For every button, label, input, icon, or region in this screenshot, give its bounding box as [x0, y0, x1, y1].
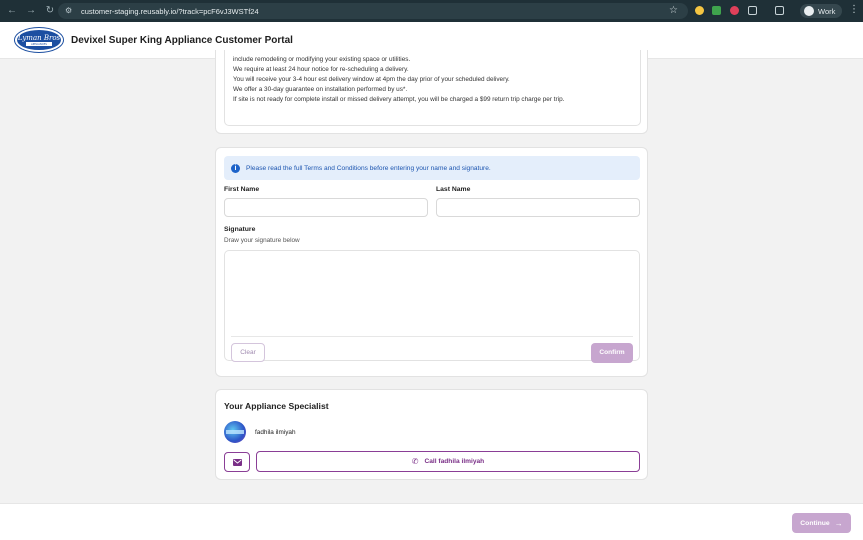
clear-button[interactable]: Clear [231, 343, 265, 362]
first-name-input[interactable] [224, 198, 428, 217]
continue-label: Continue [800, 519, 830, 527]
terms-line: include remodeling or modifying your exi… [233, 56, 411, 63]
page-title: Devixel Super King Appliance Customer Po… [71, 35, 293, 46]
specialist-title: Your Appliance Specialist [224, 401, 329, 411]
reload-icon[interactable]: ↻ [43, 4, 57, 18]
extension-icon[interactable] [730, 6, 739, 15]
url-text[interactable]: customer-staging.reusably.io/?track=pcF6… [81, 7, 259, 16]
side-panel-icon[interactable] [775, 6, 784, 15]
terms-line: You will receive your 3-4 hour est deliv… [233, 76, 510, 83]
site-settings-icon[interactable]: ⚙ [65, 6, 75, 16]
arrow-right-icon: → [834, 518, 843, 528]
profile-label: Work [818, 6, 836, 16]
last-name-label: Last Name [436, 186, 471, 193]
first-name-label: First Name [224, 186, 260, 193]
back-arrow-icon[interactable]: ← [5, 4, 19, 18]
continue-button[interactable]: Continue → [792, 513, 851, 533]
footer-bar: Continue → [0, 503, 863, 540]
terms-text-box: include remodeling or modifying your exi… [224, 50, 641, 126]
terms-line: We require at least 24 hour notice for r… [233, 66, 409, 73]
call-button-label: Call fadhila ilmiyah [424, 458, 485, 465]
email-specialist-button[interactable] [224, 452, 250, 472]
signature-hint: Draw your signature below [224, 237, 300, 244]
signature-divider [231, 336, 633, 337]
terms-line: We offer a 30-day guarantee on installat… [233, 86, 408, 93]
specialist-card: Your Appliance Specialist fadhila ilmiya… [215, 389, 648, 480]
more-menu-icon[interactable]: ⋮ [849, 4, 859, 15]
bookmark-star-icon[interactable]: ☆ [669, 5, 678, 17]
terms-line: If site is not ready for complete instal… [233, 96, 565, 103]
avatar [224, 421, 246, 443]
address-bar[interactable]: ⚙ customer-staging.reusably.io/?track=pc… [58, 3, 688, 19]
extension-icon[interactable] [695, 6, 704, 15]
logo-subtext: APPLIANCES [31, 42, 47, 46]
extensions-puzzle-icon[interactable] [748, 6, 757, 15]
info-banner: i Please read the full Terms and Conditi… [224, 156, 640, 180]
logo-text: Lyman Bros [17, 34, 61, 42]
browser-toolbar: ← → ↻ ⚙ customer-staging.reusably.io/?tr… [0, 0, 863, 22]
logo-mark: Lyman Bros APPLIANCES [17, 34, 61, 46]
signature-label: Signature [224, 226, 256, 233]
profile-avatar [804, 6, 814, 16]
call-specialist-button[interactable]: ✆ Call fadhila ilmiyah [256, 451, 640, 472]
last-name-input[interactable] [436, 198, 640, 217]
terms-card: include remodeling or modifying your exi… [215, 50, 648, 134]
specialist-name: fadhila ilmiyah [255, 429, 296, 436]
signature-pad[interactable]: Clear Confirm [224, 250, 640, 363]
mail-icon [232, 458, 242, 466]
confirm-button[interactable]: Confirm [591, 343, 633, 363]
company-logo: Lyman Bros APPLIANCES [15, 28, 63, 52]
info-icon: i [231, 163, 240, 173]
extension-icon[interactable] [712, 6, 721, 15]
phone-icon: ✆ [411, 457, 419, 466]
info-banner-text: Please read the full Terms and Condition… [246, 164, 491, 172]
profile-button[interactable]: Work [800, 4, 842, 18]
signature-card: i Please read the full Terms and Conditi… [215, 147, 648, 377]
forward-arrow-icon[interactable]: → [24, 4, 38, 18]
